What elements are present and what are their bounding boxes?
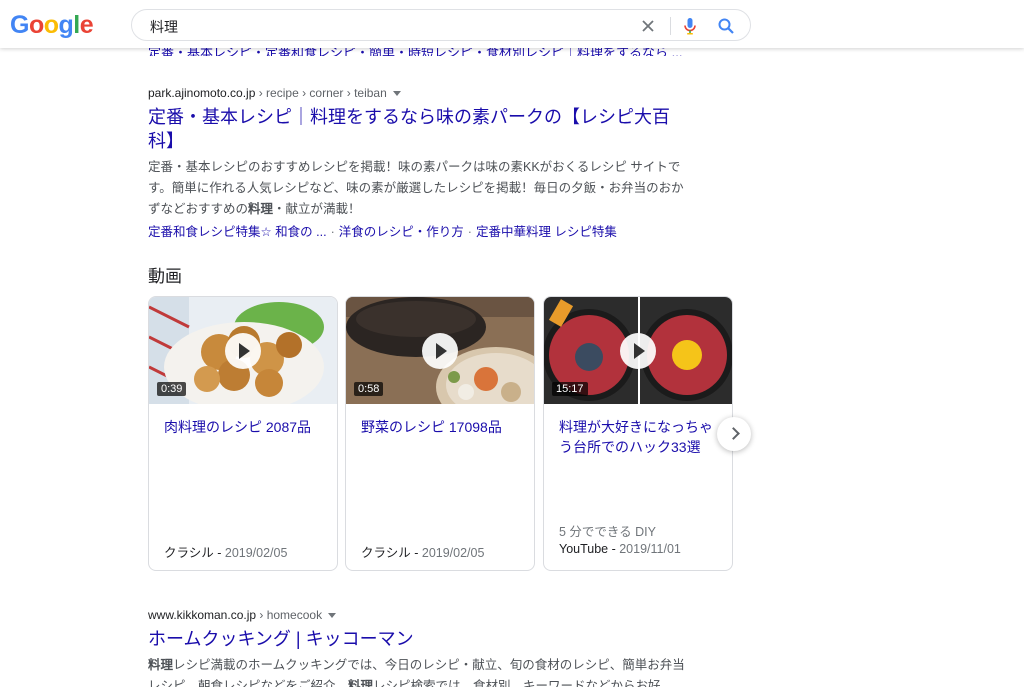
video-date: 2019/11/01 (619, 542, 681, 556)
result-path: › homecook (256, 608, 323, 622)
video-card[interactable]: 0:58 野菜のレシピ 17098品 クラシル - 2019/02/05 (345, 296, 535, 571)
logo-letter: e (79, 11, 94, 39)
sitelink[interactable]: 定番中華料理 レシピ特集 (476, 225, 617, 239)
snippet-highlight: 料理 (348, 679, 374, 687)
close-icon[interactable] (638, 16, 658, 36)
video-title[interactable]: 料理が大好きになっちゃう台所でのハック33選 (559, 417, 724, 457)
sitelink[interactable]: 洋食のレシピ・作り方 (339, 225, 464, 239)
video-title[interactable]: 肉料理のレシピ 2087品 (164, 417, 329, 437)
logo-letter: o (28, 11, 44, 39)
search-icon[interactable] (716, 16, 736, 36)
result-snippet: 定番・基本レシピのおすすめレシピを掲載！味の素パークは味の素KKがおくるレシピ … (148, 157, 693, 220)
result-title[interactable]: 定番・基本レシピ｜料理をするなら味の素パークの【レシピ大百科】 (148, 105, 688, 153)
video-duration: 0:39 (157, 382, 187, 396)
play-icon[interactable] (620, 332, 656, 369)
logo-letter: G (10, 11, 29, 39)
result-path: › recipe › corner › teiban (255, 86, 387, 100)
video-date: 2019/02/05 (224, 546, 288, 560)
result-url[interactable]: www.kikkoman.co.jp › homecook (148, 607, 708, 623)
logo-letter: g (58, 11, 74, 39)
google-logo[interactable]: Google (10, 11, 94, 40)
video-thumbnail[interactable]: 0:39 (149, 297, 337, 404)
search-divider (670, 17, 671, 35)
video-duration: 15:17 (552, 382, 588, 396)
video-meta: クラシル - 2019/02/05 (361, 546, 485, 560)
video-source: クラシル (164, 546, 214, 560)
video-source: クラシル (361, 546, 411, 560)
result-url[interactable]: park.ajinomoto.co.jp › recipe › corner ›… (148, 85, 708, 101)
logo-letter: o (43, 11, 59, 39)
caret-down-icon[interactable] (328, 613, 337, 619)
snippet-highlight: 料理 (248, 202, 274, 216)
video-date: 2019/02/05 (421, 546, 485, 560)
snippet-text: レシピ検索では、食材別、キーワードなどからお好 (373, 679, 661, 687)
search-result-ajinomoto: park.ajinomoto.co.jp › recipe › corner ›… (148, 85, 708, 242)
video-title[interactable]: 野菜のレシピ 17098品 (361, 417, 526, 437)
play-icon[interactable] (422, 332, 458, 369)
snippet-text: ・献立が満載！ (273, 202, 361, 216)
video-thumbnail[interactable]: 0:58 (346, 297, 534, 404)
sitelink-separator: · (330, 225, 335, 239)
result-sitelinks: 定番和食レシピ特集☆ 和食の ... · 洋食のレシピ・作り方 · 定番中華料理 レシピ… (148, 222, 708, 242)
video-meta: YouTube - 2019/11/01 (559, 542, 681, 556)
search-result-kikkoman: www.kikkoman.co.jp › homecook ホームクッキング |… (148, 607, 708, 687)
video-source: YouTube (559, 542, 609, 556)
video-meta: クラシル - 2019/02/05 (164, 546, 288, 560)
video-channel-note: 5 分でできる DIY (559, 525, 656, 539)
result-title[interactable]: ホームクッキング | キッコーマン (148, 627, 688, 651)
sitelink-separator: · (467, 225, 472, 239)
result-domain: park.ajinomoto.co.jp (148, 86, 256, 100)
search-box[interactable]: 料理 (131, 9, 751, 41)
video-card[interactable]: 0:39 肉料理のレシピ 2087品 クラシル - 2019/02/05 (148, 296, 338, 571)
header-bar: Google 料理 (0, 0, 1024, 48)
mic-icon[interactable] (680, 16, 700, 36)
snippet-text: 定番・基本レシピのおすすめレシピを掲載！味の素パークは味の素KKがおくるレシピ … (148, 160, 684, 216)
video-carousel: 0:39 肉料理のレシピ 2087品 クラシル - 2019/02/05 0:5… (148, 296, 738, 572)
caret-down-icon[interactable] (392, 91, 401, 97)
videos-heading: 動画 (148, 267, 182, 286)
carousel-next-button[interactable] (717, 417, 751, 451)
video-duration: 0:58 (354, 382, 384, 396)
video-thumbnail[interactable]: 15:17 (544, 297, 732, 404)
result-domain: www.kikkoman.co.jp (148, 608, 257, 622)
search-input[interactable]: 料理 (150, 17, 178, 37)
result-snippet: 料理レシピ満載のホームクッキングでは、今日のレシピ・献立、旬の食材のレシピ、簡単… (148, 655, 693, 687)
video-card[interactable]: 15:17 料理が大好きになっちゃう台所でのハック33選 5 分でできる DIY… (543, 296, 733, 571)
play-icon[interactable] (225, 332, 261, 369)
sitelink[interactable]: 定番和食レシピ特集☆ 和食の ... (148, 225, 327, 239)
snippet-highlight: 料理 (148, 658, 174, 672)
